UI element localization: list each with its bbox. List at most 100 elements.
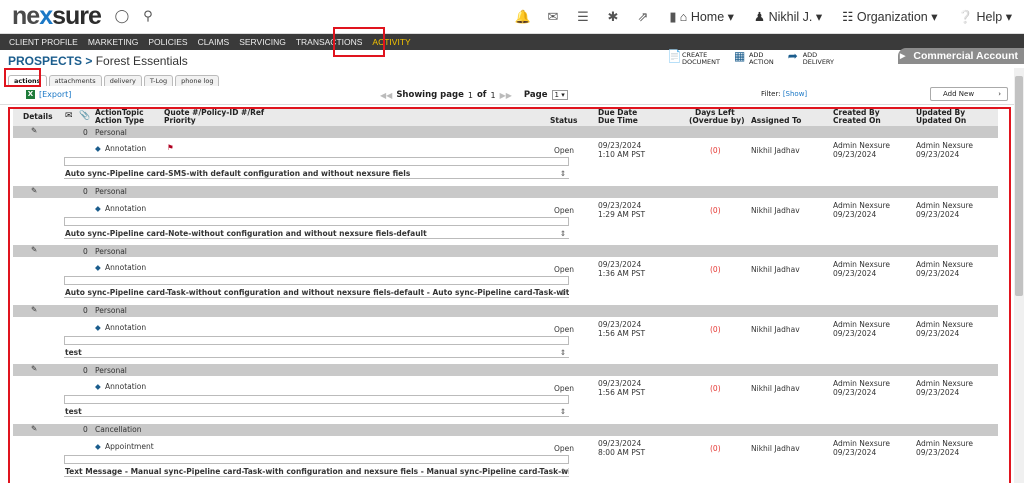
tab-delivery[interactable]: delivery [103,75,142,86]
row-days-left: (0) [710,205,721,215]
menu-transactions[interactable]: TRANSACTIONS [291,34,368,50]
table-row[interactable]: ✎ 0 Personal ◆ Annotation Open 09/23/202… [13,185,998,245]
edit-note-icon[interactable]: ✎ [31,424,37,433]
row-action-type[interactable]: Annotation [105,204,146,213]
note-input[interactable] [64,335,569,345]
note-select[interactable]: Text Message - Manual sync-Pipeline card… [64,466,569,477]
add-delivery-button[interactable]: ➦ ADD DELIVERY [788,50,834,66]
row-count: 0 [83,187,88,196]
col-details: Details [23,112,53,121]
create-document-button[interactable]: 📄 CREATE DOCUMENT [667,50,720,66]
row-updated-by: Admin Nexsure [916,319,974,329]
sub-header: PROSPECTS > Forest Essentials 📄 CREATE DO… [0,48,1024,72]
menu-policies[interactable]: POLICIES [143,34,192,50]
organization-menu[interactable]: ☷ Organization ▾ [842,9,937,25]
note-select[interactable]: test ⇕ [64,347,569,358]
row-assigned: Nikhil Jadhav [751,443,800,453]
search-icon[interactable]: ⚲ [139,8,157,26]
note-select[interactable]: Auto sync-Pipeline card-SMS-with default… [64,169,569,179]
filter-label: Filter: [761,90,781,98]
page-select[interactable]: 1 ▾ [551,90,568,100]
note-input[interactable] [64,454,569,464]
note-select[interactable]: Auto sync-Pipeline card-Task-without con… [64,288,569,298]
row-updated-on: 09/23/2024 [916,150,960,159]
binoculars-icon[interactable]: ◯ [113,8,131,26]
help-label: Help [976,10,1003,24]
menu-claims[interactable]: CLAIMS [193,34,235,50]
row-updated-on: 09/23/2024 [916,388,960,397]
note-input[interactable] [64,395,569,404]
menu-client-profile[interactable]: CLIENT PROFILE [4,34,83,50]
external-link-icon[interactable]: ⇗ [634,8,652,26]
showing-label: Showing page [396,90,464,100]
add-action-button[interactable]: ▦ ADD ACTION [734,50,774,66]
row-updated-on: 09/23/2024 [916,328,960,338]
page-scrollbar[interactable] [1014,68,1024,483]
row-created-by: Admin Nexsure [833,260,891,269]
col-status: Status [550,116,578,125]
list-icon[interactable]: ☰ [574,8,592,26]
note-select[interactable]: test ⇕ [64,407,569,417]
table-row[interactable]: ✎ 0 Cancellation ◆ Appointment Open 09/2… [13,423,998,483]
row-action-type[interactable]: Annotation [105,263,146,272]
tab-phone-log[interactable]: phone log [175,75,220,86]
edit-note-icon[interactable]: ✎ [31,126,37,135]
row-action-type[interactable]: Annotation [105,323,146,332]
export-link[interactable]: X [Export] [26,90,71,99]
diamond-icon: ◆ [95,382,101,391]
row-action-type[interactable]: Annotation [105,144,146,153]
row-updated-by: Admin Nexsure [916,260,974,269]
chevron-right-icon: › [998,90,1001,98]
edit-note-icon[interactable]: ✎ [31,186,37,195]
row-assigned: Nikhil Jadhav [751,384,800,393]
last-page-icon[interactable]: ▶▶ [500,91,512,100]
breadcrumb-current: Forest Essentials [95,54,188,68]
breadcrumb-section[interactable]: PROSPECTS [8,54,82,68]
row-category: Personal [95,187,127,196]
table-row[interactable]: ✎ 0 Personal ◆ Annotation ⚑ Open 09/23/2… [13,126,998,186]
row-days-left: (0) [710,146,721,155]
row-group-header: ✎ 0 Personal [13,185,998,198]
table-row[interactable]: ✎ 0 Personal ◆ Annotation Open 09/23/202… [13,304,998,364]
commercial-account-badge[interactable]: ▶ Commercial Account [898,48,1024,64]
asterisk-icon[interactable]: ✱ [604,8,622,26]
chat-icon[interactable]: ✉ [544,8,562,26]
edit-note-icon[interactable]: ✎ [31,364,37,373]
row-group-header: ✎ 0 Personal [13,126,998,138]
add-new-select[interactable]: Add New › [930,87,1008,101]
user-menu[interactable]: ♟ Nikhil J. ▾ [754,9,822,25]
select-arrow-icon: ⇕ [559,407,566,416]
grid-toolbar: X [Export] ◀◀ Showing page 1 of 1 ▶▶ Pag… [0,86,1024,105]
note-select[interactable]: Auto sync-Pipeline card-Note-without con… [64,228,569,239]
row-created-on: 09/23/2024 [833,150,877,159]
note-input[interactable] [64,216,569,226]
menu-servicing[interactable]: SERVICING [234,34,291,50]
org-icon: ☷ [842,10,854,24]
nexsure-logo[interactable]: nexsure [12,2,102,31]
note-input[interactable] [64,276,569,285]
caret-right-icon: ▶ [899,53,906,60]
tab-t-log[interactable]: T-Log [143,75,174,86]
home-menu[interactable]: ⌂ Home ▾ [680,9,734,25]
first-page-icon[interactable]: ◀◀ [380,91,392,100]
edit-note-icon[interactable]: ✎ [31,305,37,314]
menu-activity[interactable]: ACTIVITY [367,34,415,50]
home-label: Home [690,10,725,24]
row-action-type[interactable]: Appointment [105,442,154,451]
row-updated-by: Admin Nexsure [916,141,974,150]
row-due-time: 1:10 AM PST [598,150,646,159]
help-menu[interactable]: ❔ Help ▾ [957,9,1012,25]
edit-note-icon[interactable]: ✎ [31,245,37,254]
note-input[interactable] [64,157,569,166]
table-row[interactable]: ✎ 0 Personal ◆ Annotation Open 09/23/202… [13,364,998,424]
filter-show-link[interactable]: [Show] [783,90,807,98]
row-action-type[interactable]: Annotation [105,382,146,391]
bell-icon[interactable]: 🔔 [514,8,532,26]
row-status: Open [554,384,575,393]
tab-attachments[interactable]: attachments [48,75,102,86]
tab-actions[interactable]: actions [8,75,47,86]
menu-marketing[interactable]: MARKETING [83,34,144,50]
note-text: Auto sync-Pipeline card-Task-without con… [65,288,569,297]
table-row[interactable]: ✎ 0 Personal ◆ Annotation Open 09/23/202… [13,245,998,305]
scrollbar-thumb[interactable] [1015,76,1023,296]
